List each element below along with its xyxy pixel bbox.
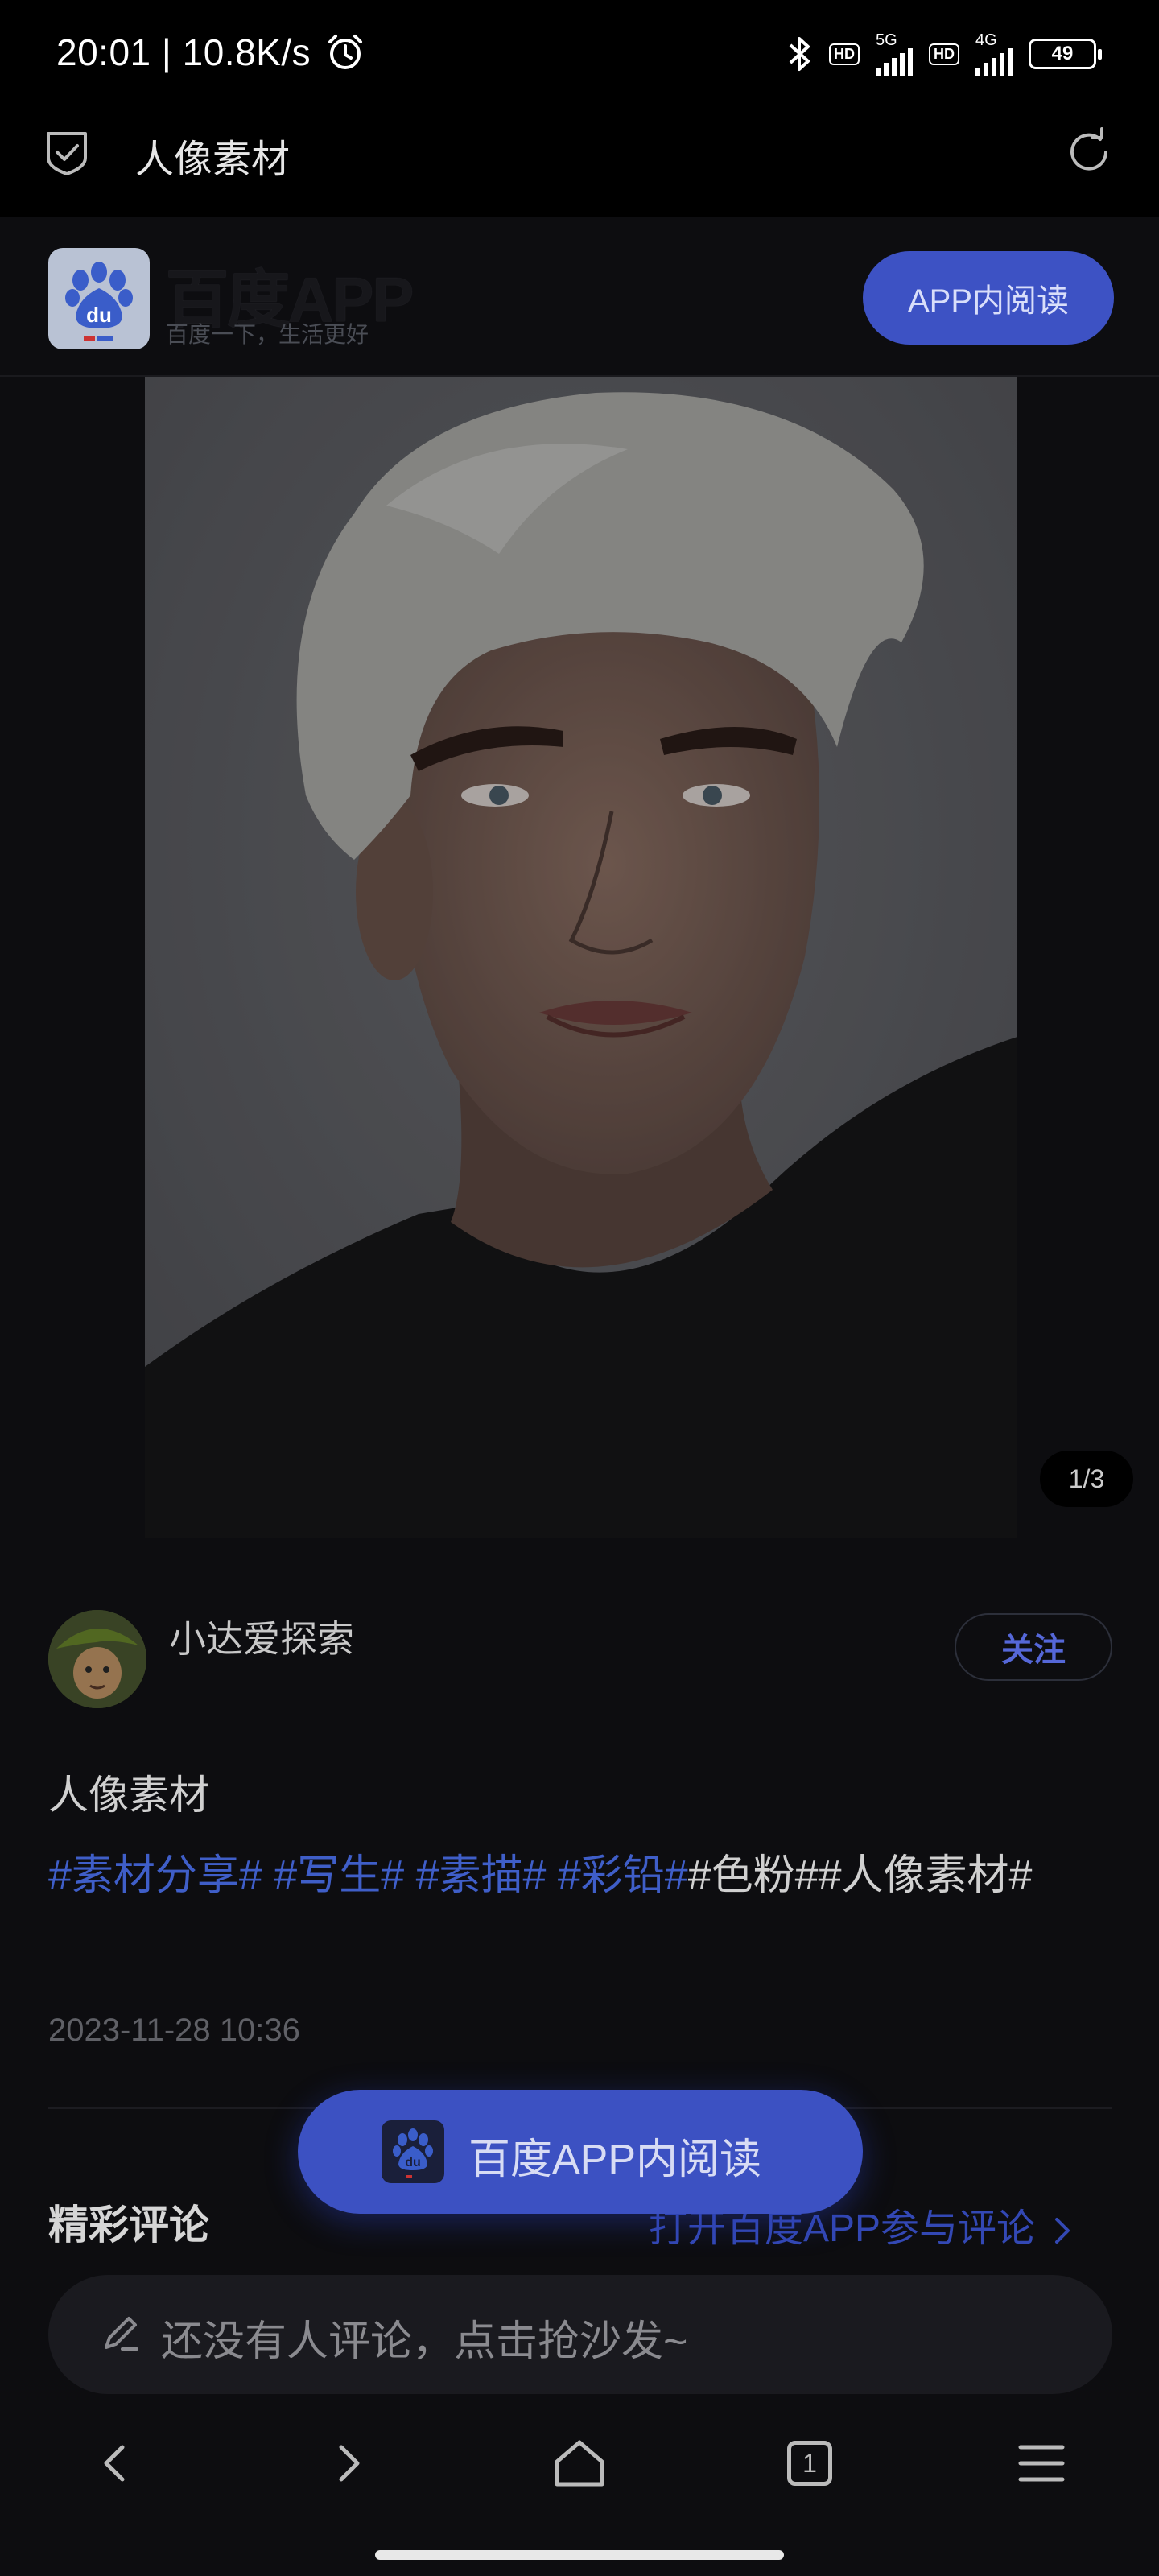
tag-link[interactable]: #素描#: [416, 1852, 547, 1899]
floating-button-label: 百度APP内阅读: [468, 2136, 762, 2183]
network-4g-label: 4G: [975, 31, 997, 49]
battery-indicator: 49: [1029, 39, 1102, 69]
baidu-paw-icon: du: [65, 262, 133, 341]
baidu-paw-icon: du: [393, 2128, 433, 2178]
follow-button[interactable]: 关注: [955, 1613, 1112, 1681]
hd-badge-2: HD: [929, 43, 959, 65]
signal-5g-icon: [876, 48, 913, 76]
network-5g-label: 5G: [876, 31, 897, 49]
comments-section-title: 精彩评论: [48, 2202, 209, 2248]
tag-link[interactable]: #素材分享#: [48, 1852, 262, 1899]
portrait-illustration: [145, 377, 1017, 1538]
tabs-icon[interactable]: 1: [777, 2431, 842, 2496]
signal-4g-icon: [975, 48, 1013, 76]
refresh-icon[interactable]: [1062, 126, 1116, 179]
avatar[interactable]: [48, 1610, 146, 1708]
shield-check-icon[interactable]: [42, 127, 92, 179]
svg-text:du: du: [405, 2156, 421, 2169]
back-icon[interactable]: [84, 2431, 148, 2496]
baidu-logo: du: [48, 248, 150, 349]
tag-text: #色粉##人像素材#: [687, 1852, 1033, 1899]
menu-icon[interactable]: [1009, 2431, 1074, 2496]
tag-link[interactable]: #彩铅#: [558, 1852, 688, 1899]
post-tags: #素材分享# #写生# #素描# #彩铅##色粉##人像素材#: [48, 1837, 1111, 1914]
page-title: 人像素材: [135, 138, 291, 181]
svg-text:du: du: [86, 303, 112, 327]
chevron-right-icon: [1055, 2218, 1070, 2244]
home-indicator[interactable]: [375, 2550, 784, 2560]
gallery-image[interactable]: [145, 377, 1017, 1538]
hd-badge: HD: [829, 43, 860, 65]
avatar-illustration: [48, 1610, 146, 1708]
post-title: 人像素材: [48, 1773, 209, 1818]
alarm-icon: [328, 35, 362, 69]
pencil-icon: [105, 2317, 138, 2351]
author-name[interactable]: 小达爱探索: [169, 1610, 354, 1663]
status-icons: HD 5G HD 4G 49: [786, 31, 1102, 76]
comment-placeholder: 还没有人评论，点击抢沙发~: [161, 2318, 688, 2365]
tab-count: 1: [787, 2441, 832, 2486]
baidu-app-icon: du: [382, 2120, 444, 2183]
status-time: 20:01 | 10.8K/s: [56, 31, 311, 73]
home-icon[interactable]: [547, 2431, 612, 2496]
tag-link[interactable]: #写生#: [274, 1852, 404, 1899]
read-in-app-button[interactable]: APP内阅读: [863, 251, 1114, 345]
post-date: 2023-11-28 10:36: [48, 2013, 300, 2048]
forward-icon[interactable]: [316, 2431, 380, 2496]
bluetooth-icon: [789, 37, 810, 71]
image-page-indicator: 1/3: [1040, 1451, 1133, 1507]
brand-slogan: 百度一下，生活更好: [166, 322, 369, 347]
